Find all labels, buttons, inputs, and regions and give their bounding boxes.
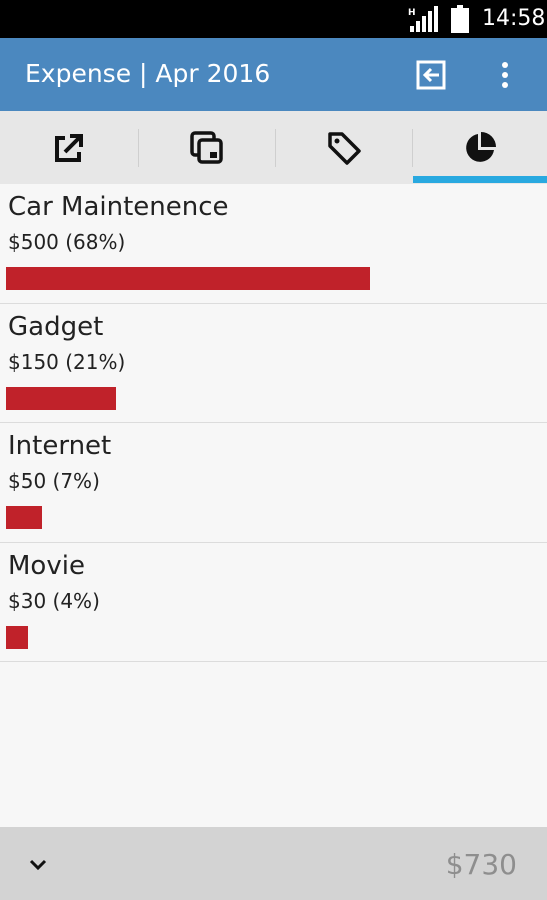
category-name: Car Maintenence <box>8 192 229 222</box>
list-item[interactable]: Movie $30 (4%) <box>0 543 547 662</box>
category-amount: $50 (7%) <box>8 469 100 493</box>
share-external-icon <box>54 133 83 162</box>
selected-tab-indicator <box>413 176 547 183</box>
category-bar <box>6 506 43 529</box>
category-amount: $500 (68%) <box>8 230 126 254</box>
list-item[interactable]: Car Maintenence $500 (68%) <box>0 184 547 304</box>
chevron-down-icon[interactable] <box>26 853 50 875</box>
category-amount: $30 (4%) <box>8 588 100 613</box>
list-item[interactable]: Gadget $150 (21%) <box>0 304 547 423</box>
bar-track <box>6 506 541 529</box>
bar-track <box>6 386 541 410</box>
bar-track <box>6 267 541 290</box>
category-bar <box>6 625 28 649</box>
pie-chart-icon <box>465 131 496 162</box>
tab-copy[interactable] <box>138 111 275 184</box>
copy-pages-icon <box>189 130 223 164</box>
category-bar <box>6 386 116 410</box>
category-name: Movie <box>8 550 85 581</box>
category-bar <box>6 267 370 290</box>
total-amount: $730 <box>445 848 517 881</box>
category-list: Car Maintenence $500 (68%) Gadget $150 (… <box>0 184 547 662</box>
signal-icon: H <box>408 6 438 32</box>
exit-to-app-icon[interactable] <box>415 58 449 92</box>
list-item[interactable]: Internet $50 (7%) <box>0 423 547 543</box>
network-type-label: H <box>408 8 416 18</box>
tag-icon <box>327 131 361 165</box>
category-name: Gadget <box>8 311 104 342</box>
page-title: Expense | Apr 2016 <box>25 59 271 88</box>
tab-bar <box>0 111 547 184</box>
status-bar: H 14:58 <box>0 0 547 38</box>
clock: 14:58 <box>482 6 546 31</box>
category-name: Internet <box>8 431 112 461</box>
category-amount: $150 (21%) <box>8 349 126 374</box>
bar-track <box>6 625 541 649</box>
tab-chart[interactable] <box>412 111 547 184</box>
app-bar: Expense | Apr 2016 <box>0 38 547 111</box>
battery-icon <box>451 5 469 33</box>
more-vert-icon[interactable] <box>493 58 517 92</box>
summary-footer: $730 <box>0 827 547 900</box>
tab-share[interactable] <box>0 111 137 184</box>
tab-tags[interactable] <box>275 111 412 184</box>
